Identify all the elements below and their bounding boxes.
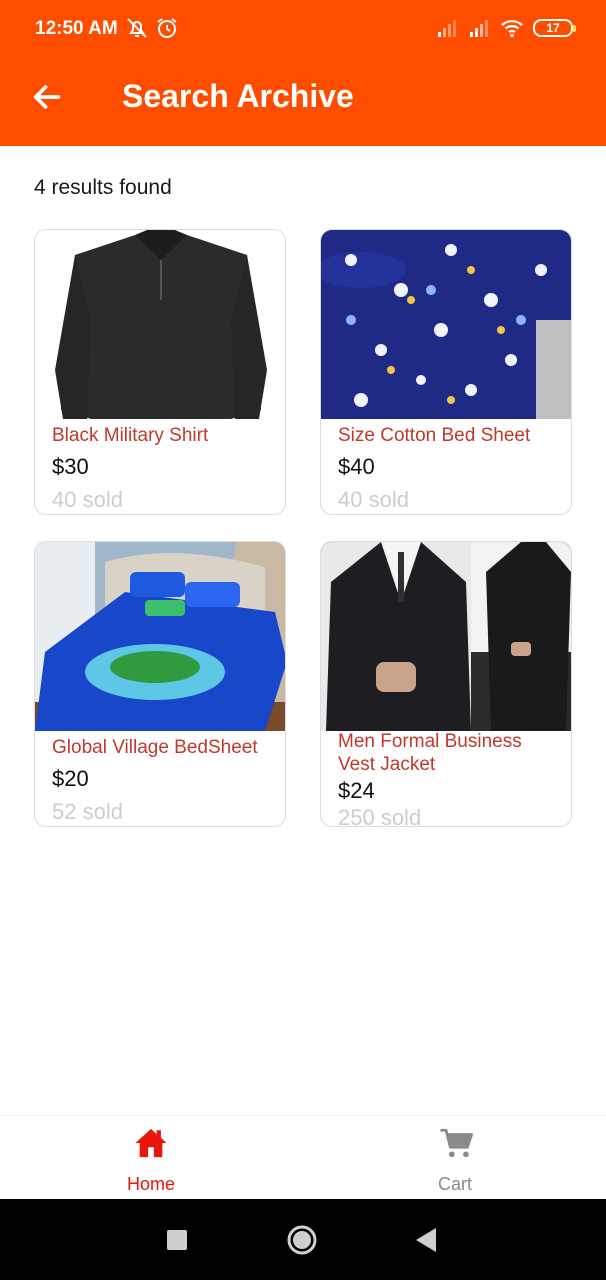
battery-level: 17	[546, 21, 560, 35]
status-bar: 12:50 AM 17	[0, 0, 606, 60]
home-icon	[135, 1128, 167, 1158]
black-shirt-image	[35, 230, 285, 419]
signal-icon	[438, 20, 456, 37]
nav-home[interactable]: Home	[51, 1116, 251, 1200]
product-sold: 40 sold	[52, 487, 123, 512]
product-sold: 40 sold	[338, 487, 409, 512]
product-name: Vest Jacket	[338, 754, 436, 775]
product-name: Men Formal Business	[338, 731, 522, 752]
bottom-nav: Home Cart	[0, 1115, 606, 1199]
nav-cart[interactable]: Cart	[355, 1116, 555, 1200]
product-price: $24	[338, 778, 375, 803]
product-price: $40	[338, 454, 375, 479]
product-name: Size Cotton Bed Sheet	[338, 425, 531, 446]
cart-icon	[440, 1128, 473, 1158]
product-sold: 52 sold	[52, 799, 123, 824]
battery-icon: 17	[533, 19, 576, 37]
results-count: 4 results found	[34, 176, 172, 199]
page-title: Search Archive	[122, 78, 354, 114]
product-price: $20	[52, 766, 89, 791]
formal-suit-image	[321, 542, 571, 731]
mute-icon	[127, 18, 147, 38]
product-sold: 250 sold	[338, 805, 422, 827]
nav-cart-label: Cart	[437, 1174, 472, 1194]
arrow-left-icon[interactable]	[30, 80, 64, 114]
app-bar: Search Archive	[0, 60, 606, 146]
product-name: Black Military Shirt	[52, 425, 209, 446]
island-bed-sheet-image	[35, 542, 285, 731]
nav-home-label: Home	[126, 1174, 175, 1194]
wifi-icon	[501, 20, 523, 38]
system-nav-bar	[0, 1199, 606, 1280]
back-triangle-icon[interactable]	[414, 1227, 438, 1253]
alarm-icon	[157, 18, 177, 38]
product-price: $30	[52, 454, 89, 479]
top-bar: 12:50 AM 17 Search Archive	[0, 0, 606, 146]
product-name: Global Village BedSheet	[52, 737, 258, 758]
status-time: 12:50 AM	[35, 18, 118, 39]
recents-icon[interactable]	[166, 1229, 188, 1251]
floral-bed-sheet-image	[321, 230, 571, 419]
product-card[interactable]: Global Village BedSheet $20 52 sold	[34, 541, 286, 827]
product-card[interactable]: Men Formal Business Vest Jacket $24 250 …	[320, 541, 572, 827]
product-card[interactable]: Black Military Shirt $30 40 sold	[34, 229, 286, 515]
signal-icon	[470, 20, 488, 37]
product-card[interactable]: Size Cotton Bed Sheet $40 40 sold	[320, 229, 572, 515]
home-circle-icon[interactable]	[286, 1224, 318, 1256]
